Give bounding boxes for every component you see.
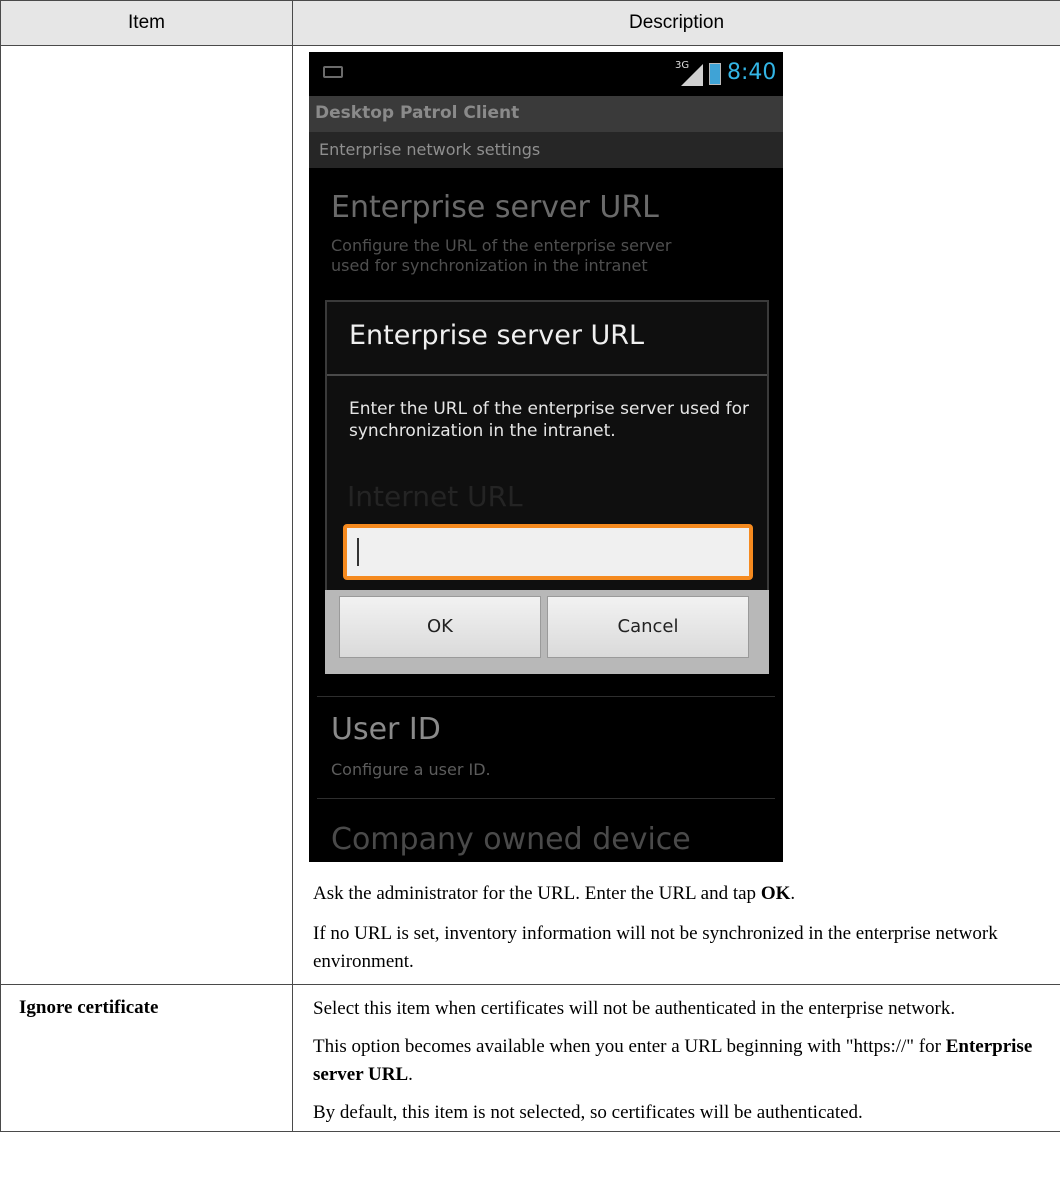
url-dialog: Enterprise server URL Enter the URL of t… <box>325 300 769 624</box>
row2-p2-end: . <box>408 1064 413 1085</box>
pref-enterprise-url-summary-2: used for synchronization in the intranet <box>331 256 648 275</box>
row2-paragraph-2: This option becomes available when you e… <box>313 1033 1040 1089</box>
signal-icon <box>681 64 703 86</box>
dialog-title: Enterprise server URL <box>349 320 645 351</box>
divider <box>317 798 775 799</box>
row1-paragraph-1: Ask the administrator for the URL. Enter… <box>313 880 1040 908</box>
table-row: 3G 8:40 Desktop Patrol Client Enterprise… <box>0 45 1060 985</box>
status-time: 8:40 <box>727 60 777 85</box>
row1-description-cell: 3G 8:40 Desktop Patrol Client Enterprise… <box>292 45 1060 985</box>
android-screenshot: 3G 8:40 Desktop Patrol Client Enterprise… <box>309 52 783 862</box>
keyboard-icon <box>323 66 343 78</box>
url-input[interactable] <box>343 524 753 580</box>
dialog-button-bar: OK Cancel <box>325 590 769 674</box>
table-header-row: Item Description <box>0 0 1060 46</box>
row1-paragraph-2: If no URL is set, inventory information … <box>313 923 998 972</box>
pref-enterprise-url-title: Enterprise server URL <box>331 190 659 225</box>
row2-item-cell: Ignore certificate <box>0 984 293 1132</box>
row1-p1-bold: OK <box>760 883 791 904</box>
ok-button[interactable]: OK <box>339 596 541 658</box>
battery-icon <box>709 63 721 85</box>
pref-user-id-title: User ID <box>331 712 441 747</box>
row2-paragraph-1: Select this item when certificates will … <box>313 998 956 1019</box>
row1-p1-end: . <box>790 883 796 904</box>
row2-p2-text: This option becomes available when you e… <box>313 1036 946 1057</box>
pref-company-device-title: Company owned device <box>331 822 691 857</box>
cancel-button[interactable]: Cancel <box>547 596 749 658</box>
settings-table: Item Description 3G 8:40 Desktop Patrol … <box>0 0 1060 1132</box>
section-title: Enterprise network settings <box>319 140 541 159</box>
text-cursor <box>357 538 359 566</box>
header-item: Item <box>0 0 293 46</box>
row1-item-cell <box>0 45 293 985</box>
row2-description-cell: Select this item when certificates will … <box>292 984 1060 1132</box>
dialog-title-divider <box>327 374 767 376</box>
table-row: Ignore certificate Select this item when… <box>0 984 1060 1132</box>
pref-user-id-summary: Configure a user ID. <box>331 760 491 779</box>
row1-p1-text: Ask the administrator for the URL. Enter… <box>313 883 761 904</box>
dialog-message: Enter the URL of the enterprise server u… <box>349 399 750 441</box>
section-header: Enterprise network settings <box>309 132 783 168</box>
divider <box>317 696 775 697</box>
app-title: Desktop Patrol Client <box>315 103 520 123</box>
row2-paragraph-3: By default, this item is not selected, s… <box>313 1102 863 1123</box>
header-description: Description <box>292 0 1060 46</box>
status-bar: 3G 8:40 <box>309 52 783 96</box>
app-title-bar: Desktop Patrol Client <box>309 96 783 132</box>
pref-internet-url-title: Internet URL <box>347 480 523 513</box>
pref-enterprise-url-summary-1: Configure the URL of the enterprise serv… <box>331 236 672 255</box>
